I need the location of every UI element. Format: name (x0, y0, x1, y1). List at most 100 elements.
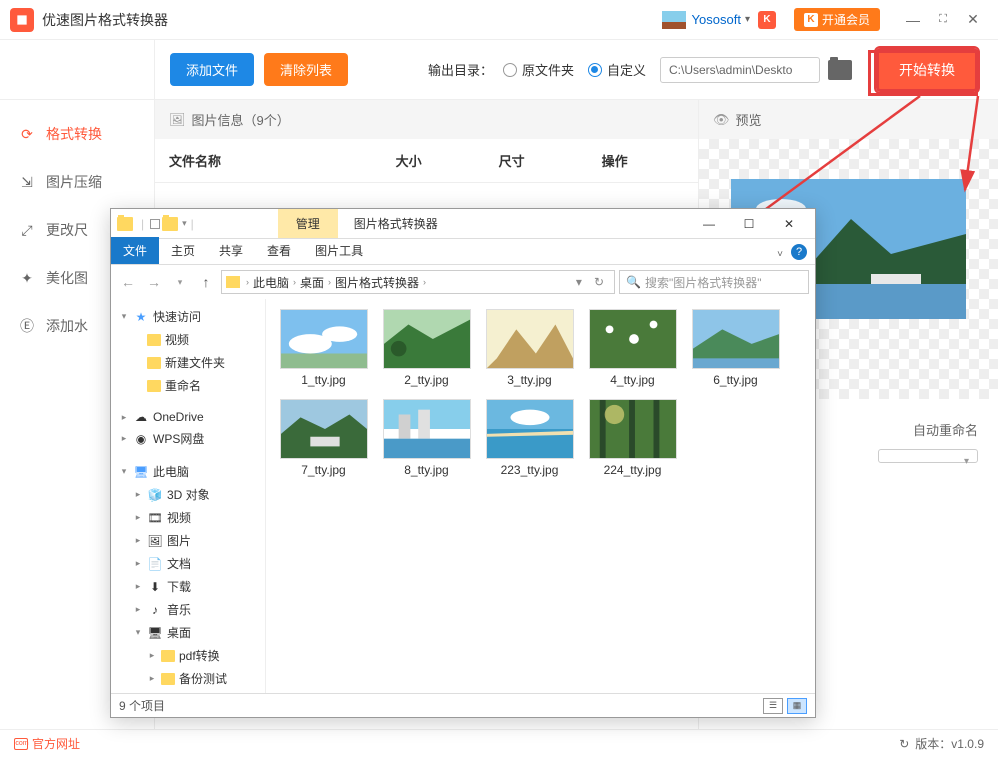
expand-icon[interactable]: ▾ (119, 466, 129, 477)
refresh-icon[interactable]: ↻ (899, 737, 909, 751)
nav-label: 添加水 (46, 316, 88, 336)
file-item[interactable]: 1_tty.jpg (276, 309, 371, 387)
explorer-tree[interactable]: ▾★快速访问视频新建文件夹重命名 ▸☁OneDrive▸◉WPS网盘 ▾🖥此电脑▸🧊… (111, 299, 266, 693)
checkbox-icon[interactable] (150, 219, 160, 229)
version-label: 版本： (915, 735, 951, 752)
breadcrumb-segment[interactable]: 图片格式转换器 (331, 274, 423, 291)
breadcrumb-bar[interactable]: › 此电脑›桌面›图片格式转换器›▾↻ (221, 270, 615, 294)
tree-node[interactable]: ▸🎞视频 (111, 506, 265, 529)
tree-node[interactable]: ▸⬇下载 (111, 575, 265, 598)
file-item[interactable]: 224_tty.jpg (585, 399, 680, 477)
file-item[interactable]: 223_tty.jpg (482, 399, 577, 477)
view-details-icon[interactable]: ☰ (763, 698, 783, 714)
breadcrumb-segment[interactable]: 桌面 (296, 274, 328, 291)
col-dim: 尺寸 (499, 151, 602, 170)
user-dropdown-caret[interactable]: ▾ (745, 14, 750, 25)
user-name[interactable]: Yososoft (692, 12, 741, 27)
tree-node[interactable]: ▾★快速访问 (111, 305, 265, 328)
view-thumbs-icon[interactable]: ▦ (787, 698, 807, 714)
sidebar-item-1[interactable]: ⇲图片压缩 (0, 158, 154, 206)
nav-history-caret[interactable]: ▾ (169, 277, 191, 288)
browse-folder-icon[interactable] (828, 60, 852, 80)
vip-button[interactable]: K 开通会员 (794, 8, 880, 31)
expand-icon[interactable]: ▸ (147, 673, 157, 684)
tree-node[interactable]: 新建文件夹 (111, 351, 265, 374)
expand-icon[interactable]: ▸ (133, 581, 143, 592)
expand-icon[interactable]: ▾ (133, 627, 143, 638)
ribbon-tab[interactable]: 共享 (207, 237, 255, 264)
maximize-button[interactable]: ⛶ (928, 13, 958, 26)
ribbon-tab[interactable]: 图片工具 (303, 237, 375, 264)
file-item[interactable]: 3_tty.jpg (482, 309, 577, 387)
folder-icon (147, 357, 161, 369)
explorer-titlebar[interactable]: | ▾ | 管理 图片格式转换器 ― ☐ ✕ (111, 209, 815, 239)
tree-node[interactable]: 重命名 (111, 374, 265, 397)
expand-icon[interactable]: ▸ (133, 535, 143, 546)
nav-back[interactable]: ← (117, 274, 139, 290)
sidebar-item-0[interactable]: ⟳格式转换 (0, 110, 154, 158)
start-convert-button[interactable]: 开始转换 (876, 48, 978, 92)
tree-label: 快速访问 (153, 308, 201, 325)
expand-icon[interactable]: ▸ (133, 604, 143, 615)
tree-node[interactable]: ▸☁OneDrive (111, 407, 265, 427)
official-site-link[interactable]: .com 官方网址 (14, 735, 80, 752)
output-dir-label: 输出目录： (428, 60, 493, 79)
file-name: 1_tty.jpg (301, 373, 345, 387)
minimize-button[interactable]: ― (898, 12, 928, 28)
tree-node[interactable]: ▾🖥此电脑 (111, 460, 265, 483)
rename-select[interactable] (878, 449, 978, 463)
explorer-search[interactable]: 🔍 搜索"图片格式转换器" (619, 270, 809, 294)
breadcrumb-segment[interactable]: 此电脑 (249, 274, 293, 291)
column-header-row: 文件名称 大小 尺寸 操作 (155, 139, 698, 183)
output-path-input[interactable]: C:\Users\admin\Deskto (660, 57, 820, 83)
tree-node[interactable]: ▸pdf转换 (111, 644, 265, 667)
expand-icon[interactable]: ▸ (133, 489, 143, 500)
clear-list-button[interactable]: 清除列表 (264, 53, 348, 86)
tree-node[interactable]: ▸🧊3D 对象 (111, 483, 265, 506)
breadcrumb-dropdown[interactable]: ▾ (570, 275, 588, 289)
ribbon-tab[interactable]: 文件 (111, 237, 159, 264)
expand-icon[interactable]: ▾ (119, 311, 129, 322)
file-item[interactable]: 6_tty.jpg (688, 309, 783, 387)
radio-source-folder[interactable]: 原文件夹 (503, 60, 574, 79)
tree-node[interactable]: ▸◉WPS网盘 (111, 427, 265, 450)
file-thumbnail (280, 399, 368, 459)
breadcrumb-caret[interactable]: › (423, 277, 426, 287)
tree-node[interactable]: ▸备份测试 (111, 667, 265, 690)
expand-icon[interactable]: ▸ (133, 558, 143, 569)
expand-icon[interactable]: ▸ (133, 512, 143, 523)
file-item[interactable]: 4_tty.jpg (585, 309, 680, 387)
ribbon-collapse-icon[interactable]: ˅ (777, 249, 783, 260)
user-avatar[interactable] (662, 11, 686, 29)
explorer-maximize[interactable]: ☐ (729, 217, 769, 231)
ribbon-tab[interactable]: 查看 (255, 237, 303, 264)
file-name: 4_tty.jpg (610, 373, 654, 387)
add-file-button[interactable]: 添加文件 (170, 53, 254, 86)
tree-node[interactable]: ▸📄文档 (111, 552, 265, 575)
tree-node[interactable]: ▾🖥桌面 (111, 621, 265, 644)
manage-tab[interactable]: 管理 (278, 209, 338, 238)
expand-icon[interactable]: ▸ (119, 412, 129, 423)
help-icon[interactable]: ? (791, 244, 807, 260)
close-button[interactable]: ✕ (958, 11, 988, 28)
expand-icon[interactable]: ▸ (147, 650, 157, 661)
tree-node[interactable]: ▸🖼图片 (111, 529, 265, 552)
breadcrumb-refresh[interactable]: ↻ (588, 275, 610, 289)
tree-node[interactable]: 视频 (111, 328, 265, 351)
file-item[interactable]: 7_tty.jpg (276, 399, 371, 477)
explorer-files[interactable]: 1_tty.jpg 2_tty.jpg3_tty.jpg 4_tty.jpg 6_tt… (266, 299, 815, 693)
radio-custom-folder[interactable]: 自定义 (588, 60, 646, 79)
nav-up[interactable]: ↑ (195, 274, 217, 290)
k-badge-icon[interactable]: K (758, 11, 776, 29)
file-item[interactable]: 2_tty.jpg (379, 309, 474, 387)
folder-icon (226, 276, 240, 288)
expand-icon[interactable]: ▸ (119, 433, 129, 444)
explorer-minimize[interactable]: ― (689, 217, 729, 231)
tree-label: 此电脑 (153, 463, 189, 480)
tree-node[interactable]: ▸♪音乐 (111, 598, 265, 621)
ribbon-tab[interactable]: 主页 (159, 237, 207, 264)
explorer-close[interactable]: ✕ (769, 217, 809, 231)
file-item[interactable]: 8_tty.jpg (379, 399, 474, 477)
nav-forward[interactable]: → (143, 274, 165, 290)
preview-header: 👁 预览 (699, 100, 998, 139)
